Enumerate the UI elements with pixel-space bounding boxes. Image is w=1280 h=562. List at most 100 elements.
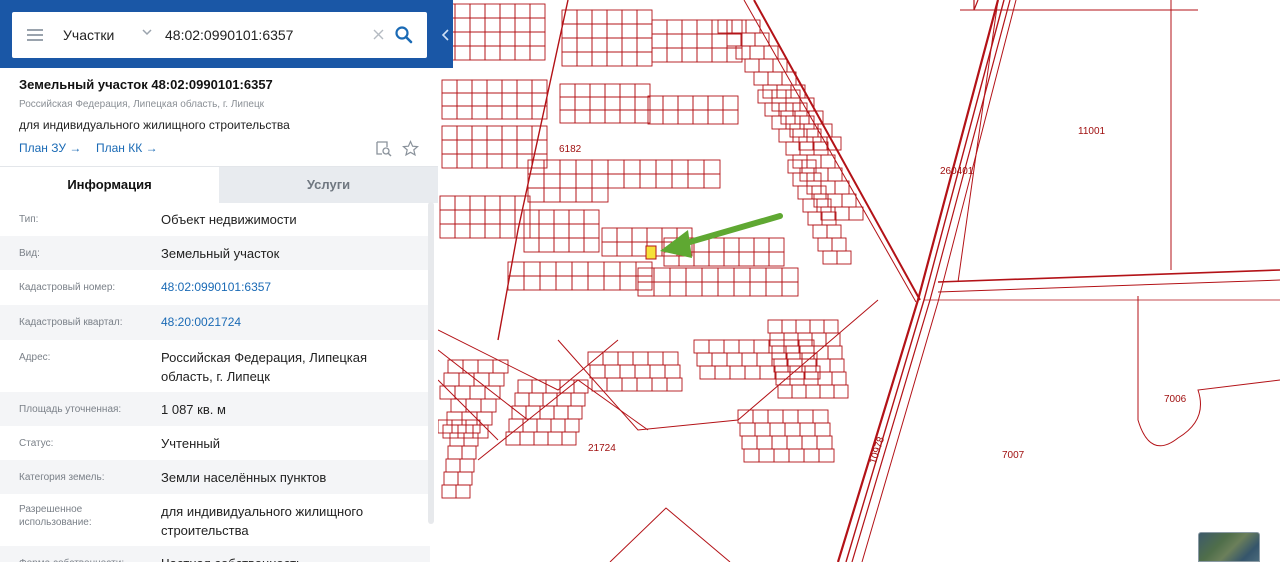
panel-scrollbar[interactable]	[428, 202, 434, 524]
parcel-cell	[469, 3, 486, 19]
map-label-6182: 6182	[559, 144, 582, 155]
info-table: Тип: Объект недвижимости Вид: Земельный …	[0, 202, 430, 562]
parcel-cell	[601, 227, 618, 243]
parcel-cell	[543, 173, 561, 189]
parcel-cell	[458, 372, 475, 387]
map-canvas[interactable]	[438, 0, 1280, 562]
parcel-cell	[812, 136, 828, 151]
parcel-cell	[604, 109, 621, 124]
parcel-cell	[587, 261, 605, 277]
cadastral-map[interactable]: 6182 260401 11001 7006 7007 21724 10978	[438, 0, 1280, 562]
info-row-permitted-use: Разрешенное использование: для индивидуа…	[0, 494, 430, 546]
parcel-cell	[591, 23, 608, 39]
parcel-cell	[692, 95, 709, 111]
parcel-cell	[529, 45, 546, 61]
parcel-cell	[726, 19, 743, 35]
plan-kk-link[interactable]: План КК →	[96, 141, 158, 155]
parcel-cell	[602, 351, 619, 366]
parcel-cell	[553, 209, 570, 225]
parcel-cell	[752, 409, 769, 424]
search-type-select[interactable]: Участки	[63, 27, 114, 43]
parcel-cell	[619, 275, 637, 291]
parcel-cell	[623, 159, 641, 175]
parcel-cell	[439, 385, 456, 400]
parcel-cell	[486, 139, 503, 155]
search-icon[interactable]	[394, 25, 414, 45]
parcel-cell	[757, 89, 773, 104]
parcel-cell	[607, 159, 625, 175]
info-key: Форма собственности:	[19, 557, 149, 562]
parcel-cell	[499, 3, 516, 19]
parcel-cell	[789, 123, 805, 138]
parcel-cell	[681, 47, 698, 63]
cadastral-quarter-link[interactable]: 48:20:0021724	[161, 313, 421, 332]
parcel-cell	[703, 159, 721, 175]
tab-services[interactable]: Услуги	[219, 167, 438, 203]
parcel-cell	[523, 237, 540, 253]
parcel-cell	[571, 275, 589, 291]
parcel-cell	[547, 431, 563, 446]
parcel-cell	[636, 37, 653, 53]
parcel-cell	[606, 23, 623, 39]
info-row-ownership: Форма собственности: Частная собственнос…	[0, 546, 430, 562]
parcel-cell	[619, 109, 636, 124]
parcel-cell	[741, 435, 758, 450]
parcel-cell	[785, 115, 801, 130]
parcel-cell	[543, 187, 561, 203]
parcel-cell	[701, 281, 719, 297]
parcel-cell	[539, 405, 555, 420]
parcel-cell	[781, 319, 797, 334]
parcel-cell	[711, 47, 728, 63]
parcel-cell	[711, 19, 728, 35]
parcel-cell	[818, 448, 835, 463]
parcel-cell	[753, 237, 770, 253]
parcel-cell	[737, 409, 754, 424]
chevron-down-icon[interactable]	[140, 25, 154, 39]
parcel-cell	[574, 96, 591, 111]
close-icon[interactable]	[372, 28, 385, 41]
parcel-cell	[646, 227, 663, 243]
search-header: Участки	[0, 0, 453, 68]
parcel-cell	[456, 153, 473, 169]
parcel-cell	[738, 339, 755, 354]
star-icon[interactable]	[402, 140, 419, 157]
find-on-map-icon[interactable]	[375, 140, 392, 157]
parcel-cell	[834, 206, 850, 221]
highway-line-4	[861, 0, 1017, 562]
parcel-cell	[773, 358, 789, 373]
parcel-cell	[583, 237, 600, 253]
parcel-cell	[514, 17, 531, 33]
collapse-panel-button[interactable]	[438, 12, 453, 58]
info-key: Кадастровый квартал:	[19, 317, 123, 328]
parcel-cell	[799, 141, 815, 156]
parcel-cell	[519, 431, 535, 446]
parcel-cell	[708, 237, 725, 253]
parcel-cell	[591, 377, 608, 392]
parcel-cell	[447, 359, 464, 374]
tab-information[interactable]: Информация	[0, 167, 219, 203]
parcel-cell	[457, 471, 473, 486]
parcel-cell	[797, 409, 814, 424]
parcel-cell	[666, 47, 683, 63]
parcel-cell	[666, 377, 683, 392]
parcel-cell	[441, 153, 458, 169]
parcel-cell	[726, 47, 743, 63]
parcel-cell	[621, 37, 638, 53]
basemap-switcher[interactable]	[1198, 532, 1260, 562]
selected-parcel[interactable]	[645, 245, 657, 260]
map-label-7006: 7006	[1164, 394, 1187, 405]
parcel-cell	[445, 458, 461, 473]
parcel-cell	[707, 109, 724, 125]
parcel-cell	[785, 141, 801, 156]
parcel-cell	[816, 198, 832, 213]
plan-zu-link[interactable]: План ЗУ →	[19, 141, 81, 155]
hamburger-icon[interactable]	[27, 29, 43, 41]
parcel-cell	[469, 223, 486, 239]
parcel-cell	[801, 435, 818, 450]
parcel-cell	[817, 237, 833, 252]
parcel-cell	[693, 251, 710, 267]
info-value: Частная собственность	[161, 554, 421, 562]
cadastral-number-link[interactable]: 48:02:0990101:6357	[161, 278, 421, 297]
parcel-cell	[711, 33, 728, 49]
search-input[interactable]	[165, 22, 365, 48]
